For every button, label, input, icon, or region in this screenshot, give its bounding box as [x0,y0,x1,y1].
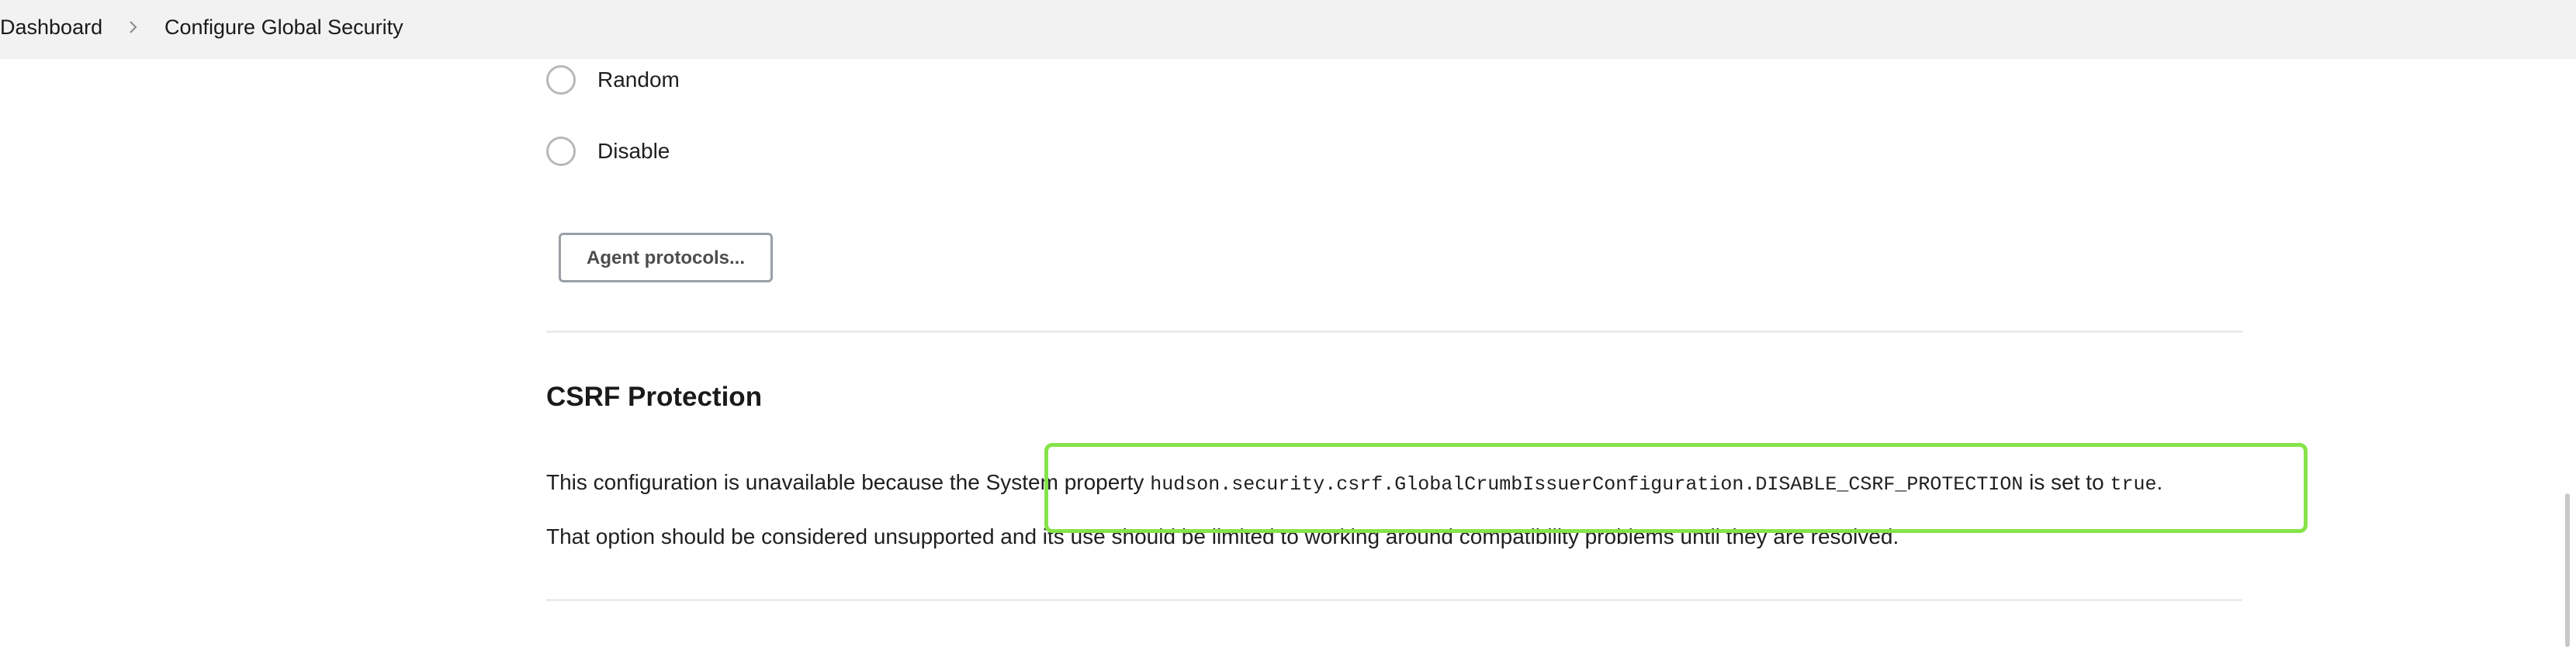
radio-label: Disable [597,139,670,163]
csrf-unavailable-message: This configuration is unavailable becaus… [546,469,2162,499]
message-text: . [2156,470,2163,494]
breadcrumb: Dashboard Configure Global Security [0,0,2576,59]
csrf-unsupported-warning: That option should be considered unsuppo… [546,524,1899,548]
system-property-name: hudson.security.csrf.GlobalCrumbIssuerCo… [1150,473,2024,496]
breadcrumb-dashboard-link[interactable]: Dashboard [0,0,102,54]
system-property-value: true [2110,473,2157,496]
radio-label: Random [597,67,680,92]
section-title-csrf-protection: CSRF Protection [546,382,763,412]
section-divider [546,330,2242,333]
chevron-right-icon [130,21,137,33]
configure-global-security-page: Dashboard Configure Global Security Rand… [0,0,2576,647]
agent-protocols-button[interactable]: Agent protocols... [559,233,773,282]
message-text: is set to [2023,470,2110,494]
vertical-scrollbar-thumb[interactable] [2565,493,2570,647]
radio-button[interactable] [546,137,576,166]
section-divider [546,599,2242,601]
breadcrumb-current-page: Configure Global Security [164,16,403,39]
radio-button[interactable] [546,65,576,95]
message-text: This configuration is unavailable becaus… [546,470,1151,494]
